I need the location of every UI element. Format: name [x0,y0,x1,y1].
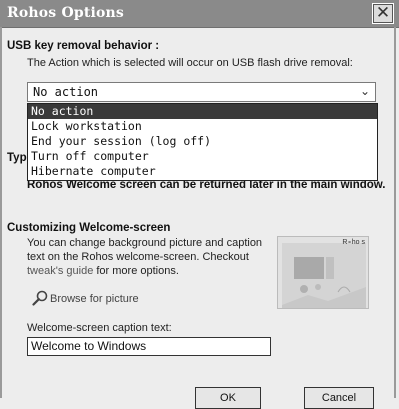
usb-action-select[interactable]: No action ⌄ [27,82,376,102]
welcome-type-label: Typ [7,152,27,164]
customize-heading: Customizing Welcome-screen [7,222,171,234]
preview-badge: R∘ho s [342,239,365,246]
customize-line-3: tweak's guide for more options. [27,265,179,277]
window-title: Rohos Options [7,5,125,21]
customize-line-3-rest: for more options. [93,265,179,277]
customize-line-1: You can change background picture and ca… [27,237,263,249]
usb-action-dropdown: No action Lock workstation End your sess… [27,103,378,181]
cancel-button[interactable]: Cancel [304,387,374,409]
preview-graphic [278,237,368,308]
customize-line-2: text on the Rohos welcome-screen. Checko… [27,251,249,263]
dropdown-option-lock-workstation[interactable]: Lock workstation [28,119,377,134]
welcome-preview-image: R∘ho s [277,236,369,309]
chevron-down-icon[interactable]: ⌄ [360,84,370,98]
ok-button[interactable]: OK [195,387,261,409]
dropdown-option-hibernate[interactable]: Hibernate computer [28,164,377,179]
browse-picture-button[interactable]: Browse for picture [50,293,139,305]
magnifier-icon[interactable] [32,290,48,306]
close-button[interactable]: ✕ [372,3,394,24]
tweaks-guide-link[interactable]: tweak's guide [27,265,93,277]
caption-input[interactable]: Welcome to Windows [27,337,271,356]
usb-action-selected: No action [33,85,99,99]
title-bar: Rohos Options ✕ [0,0,399,28]
dropdown-option-turn-off[interactable]: Turn off computer [28,149,377,164]
usb-heading: USB key removal behavior : [7,40,160,52]
dropdown-option-no-action[interactable]: No action [28,104,377,119]
usb-description: The Action which is selected will occur … [27,57,353,69]
dropdown-option-log-off[interactable]: End your session (log off) [28,134,377,149]
caption-label: Welcome-screen caption text: [27,322,172,334]
